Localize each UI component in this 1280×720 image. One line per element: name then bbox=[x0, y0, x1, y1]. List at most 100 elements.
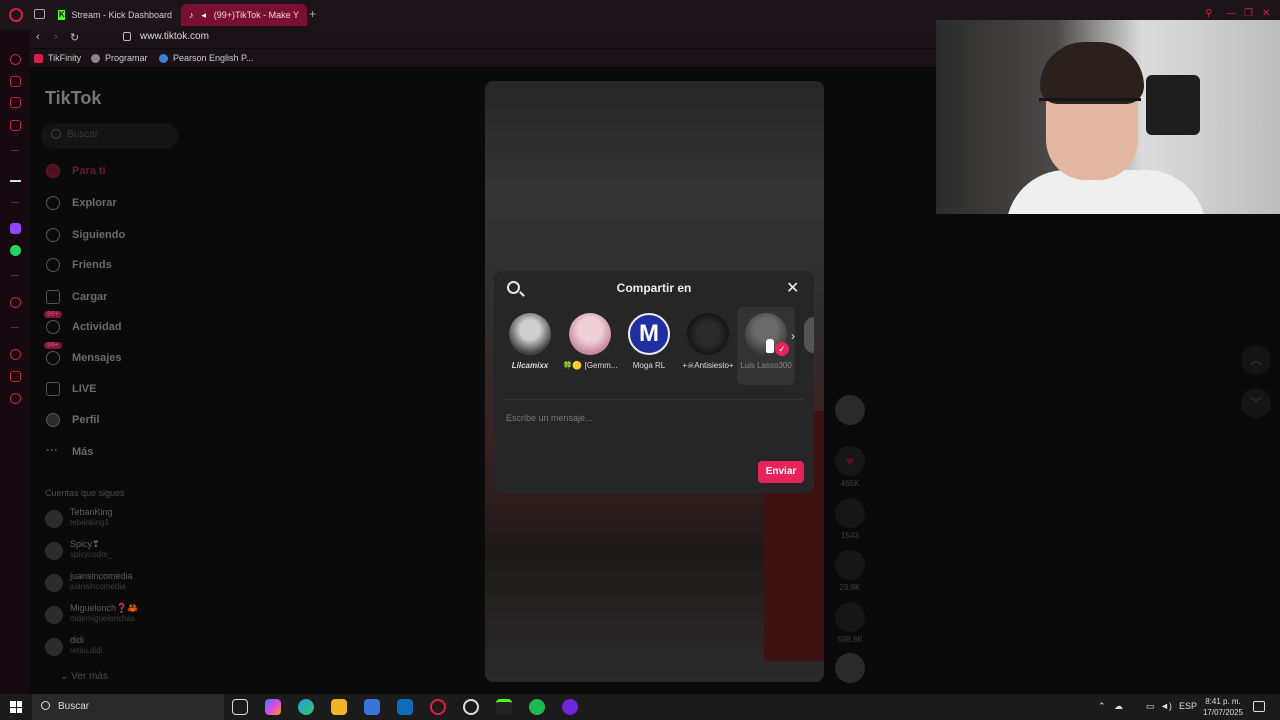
account-handle: spicycodm_ bbox=[70, 550, 113, 559]
bookmark-pearson[interactable]: Pearson English P... bbox=[159, 53, 253, 63]
music-disc-icon bbox=[835, 653, 865, 683]
speaker-icon[interactable]: ◂ bbox=[201, 10, 209, 20]
windows-start-icon[interactable] bbox=[10, 701, 22, 713]
tab-tiktok[interactable]: ♪ ◂ (99+)TikTok - Make Y bbox=[181, 4, 307, 26]
history-icon[interactable] bbox=[10, 349, 21, 360]
app-icon[interactable] bbox=[10, 171, 21, 182]
outlook-icon[interactable] bbox=[397, 699, 413, 715]
chevron-down-icon: ⌄ bbox=[60, 671, 72, 682]
share-contact[interactable]: 🍀🟡 [Gemm... bbox=[561, 313, 619, 371]
tab-kick-dashboard[interactable]: K Stream - Kick Dashboard bbox=[50, 4, 180, 26]
close-icon[interactable]: ✕ bbox=[786, 278, 799, 298]
edge-icon[interactable] bbox=[298, 699, 314, 715]
nav-live[interactable]: LIVE bbox=[46, 379, 96, 399]
back-icon[interactable]: ‹ bbox=[36, 31, 40, 43]
twitch-icon[interactable] bbox=[10, 223, 21, 234]
minimize-icon[interactable]: — bbox=[1226, 8, 1236, 19]
forward-icon[interactable]: › bbox=[54, 31, 58, 43]
comment-icon bbox=[835, 498, 865, 528]
copilot-icon[interactable] bbox=[265, 699, 281, 715]
nav-perfil[interactable]: Perfil bbox=[46, 410, 100, 430]
file-explorer-icon[interactable] bbox=[331, 699, 347, 715]
store-icon[interactable] bbox=[364, 699, 380, 715]
obs-icon[interactable] bbox=[463, 699, 479, 715]
nav-mensajes[interactable]: 99+ Mensajes bbox=[44, 342, 122, 368]
opera-taskbar-icon[interactable] bbox=[430, 699, 446, 715]
avatar bbox=[45, 638, 63, 656]
nav-cargar[interactable]: Cargar bbox=[46, 287, 107, 307]
nav-explorar[interactable]: Explorar bbox=[46, 193, 117, 213]
share-contact[interactable]: Lilcamixx bbox=[501, 313, 559, 371]
nav-label: Perfil bbox=[72, 414, 100, 426]
search-tabs-icon[interactable]: ⚲ bbox=[1205, 8, 1212, 19]
taskbar-search[interactable]: Buscar bbox=[32, 694, 224, 720]
screen: K Stream - Kick Dashboard ♪ ◂ (99+)TikTo… bbox=[0, 0, 1280, 720]
previous-video-button[interactable]: ︿ bbox=[1241, 345, 1271, 375]
tab-islands-icon[interactable] bbox=[34, 9, 45, 19]
url-input[interactable]: www.tiktok.com bbox=[140, 31, 209, 42]
creator-avatar[interactable] bbox=[833, 395, 867, 425]
comment-count: 1543 bbox=[841, 531, 859, 540]
next-video-button[interactable]: ﹀ bbox=[1241, 388, 1271, 418]
settings-icon[interactable] bbox=[10, 393, 21, 404]
account-name: didi bbox=[70, 635, 85, 645]
nav-friends[interactable]: Friends bbox=[46, 255, 112, 275]
more-icon[interactable] bbox=[10, 678, 21, 689]
divider bbox=[504, 399, 804, 400]
nav-siguiendo[interactable]: Siguiendo bbox=[46, 225, 125, 245]
store-icon[interactable] bbox=[10, 97, 21, 108]
see-more-link[interactable]: ⌄ Ver más bbox=[60, 671, 108, 682]
account-handle: mdemiguelonchas bbox=[70, 614, 135, 623]
avatar: M bbox=[628, 313, 670, 355]
share-button[interactable]: 588.8K bbox=[833, 602, 867, 644]
tray-chevron-icon[interactable]: ⌃ bbox=[1098, 701, 1106, 712]
kick-icon: K bbox=[58, 10, 66, 20]
extensions-icon[interactable] bbox=[10, 371, 21, 382]
avatar bbox=[45, 574, 63, 592]
nav-para-ti[interactable]: Para ti bbox=[46, 161, 106, 181]
save-button[interactable]: 29.8K bbox=[833, 550, 867, 592]
spotify-icon[interactable] bbox=[529, 699, 545, 715]
share-contact[interactable]: +☠Antisiesto+ bbox=[679, 313, 737, 371]
close-window-icon[interactable]: ✕ bbox=[1262, 8, 1270, 19]
like-button[interactable]: ♥ 465K bbox=[833, 446, 867, 488]
app-icon[interactable] bbox=[496, 699, 512, 715]
language-indicator[interactable]: ESP bbox=[1179, 701, 1197, 711]
reload-icon[interactable]: ↻ bbox=[70, 31, 79, 44]
send-button[interactable]: Enviar bbox=[758, 461, 804, 483]
aria-icon[interactable] bbox=[10, 54, 21, 65]
maximize-icon[interactable]: ❐ bbox=[1244, 8, 1253, 19]
onedrive-icon[interactable]: ☁ bbox=[1114, 701, 1123, 712]
whatsapp-icon[interactable] bbox=[10, 245, 21, 256]
following-title: Cuentas que sigues bbox=[45, 488, 125, 498]
workspace-icon[interactable] bbox=[10, 76, 21, 87]
sidebar-divider bbox=[11, 327, 19, 328]
bookmark-tikfinity[interactable]: TikFinity bbox=[34, 53, 81, 63]
message-input[interactable]: Escribe un mensaje... bbox=[506, 413, 593, 423]
chevron-right-icon[interactable]: › bbox=[791, 329, 795, 343]
player-icon[interactable] bbox=[10, 297, 21, 308]
share-contact-partial[interactable] bbox=[804, 317, 814, 353]
tiktok-logo[interactable]: TikTok bbox=[45, 88, 101, 109]
opera-logo-icon[interactable] bbox=[9, 8, 23, 22]
discord-icon[interactable] bbox=[562, 699, 578, 715]
bookmark-programar[interactable]: Programar bbox=[91, 53, 148, 63]
tiktok-search-input[interactable]: Buscar bbox=[41, 123, 178, 149]
task-view-icon[interactable] bbox=[232, 699, 248, 715]
comment-button[interactable]: 1543 bbox=[833, 498, 867, 540]
notifications-icon[interactable] bbox=[1253, 701, 1265, 712]
music-disc[interactable] bbox=[833, 653, 867, 683]
save-count: 29.8K bbox=[839, 583, 861, 592]
share-icon bbox=[835, 602, 865, 632]
nav-actividad[interactable]: 99+ Actividad bbox=[44, 311, 122, 337]
nav-mas[interactable]: ··· Más bbox=[46, 442, 93, 462]
share-contact[interactable]: M Moga RL bbox=[620, 313, 678, 371]
lock-icon[interactable] bbox=[123, 32, 131, 41]
network-icon[interactable]: ▭ bbox=[1146, 701, 1155, 712]
system-clock[interactable]: 8:41 p. m. 17/07/2025 bbox=[1200, 696, 1246, 718]
new-tab-button[interactable]: + bbox=[309, 7, 316, 21]
volume-icon[interactable]: ◄) bbox=[1160, 701, 1172, 711]
windows-taskbar: Buscar ⌃ ☁ ▭ ◄) ESP 8:41 p. m. 17/07/202… bbox=[0, 694, 1280, 720]
ai-icon[interactable] bbox=[10, 657, 21, 668]
mail-icon[interactable] bbox=[10, 120, 21, 131]
